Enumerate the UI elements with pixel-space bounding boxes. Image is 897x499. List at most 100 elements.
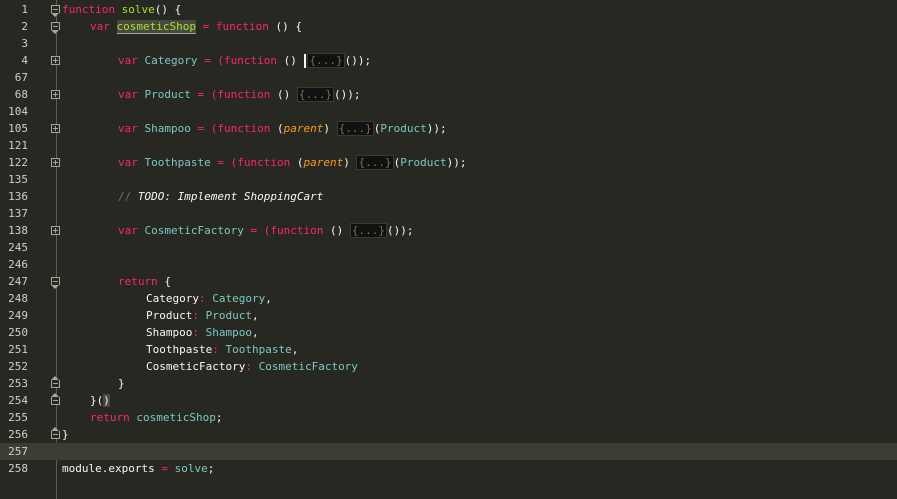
line-number: 252 [8,360,28,373]
parameter: parent [303,156,344,169]
code-line: 252 CosmeticFactory: CosmeticFactory [0,358,897,375]
keyword: return [118,275,158,288]
line-number: 67 [14,71,28,84]
keyword: var [118,224,138,237]
line-number: 68 [14,88,28,101]
code-line: 137 [0,205,897,222]
identifier: Product [380,122,427,135]
line-number: 136 [8,190,28,203]
punctuation: }( [90,394,104,407]
code-text: var Category = (function () {...} ()); [118,52,371,69]
collapsed-region[interactable]: {...} [356,155,394,170]
punctuation: ( [290,156,304,169]
collapsed-region[interactable]: {...} [349,223,387,238]
code-line: 258 module.exports = solve; [0,460,897,477]
code-line: 246 [0,256,897,273]
code-line: 105 var Shampoo = (function (parent) {..… [0,120,897,137]
code-text: var Shampoo = (function (parent) {...} (P… [118,120,447,137]
function-name: solve [121,3,155,16]
current-line-highlight[interactable]: 257 [0,443,897,460]
collapsed-region[interactable]: {...} [336,121,374,136]
code-line: 67 [0,69,897,86]
code-text: return cosmeticShop; [90,409,222,426]
code-line: 256 } [0,426,897,443]
comment-marker: // [118,190,138,203]
object-key: Toothpaste [146,343,213,356]
identifier: Shampoo [144,122,191,135]
collapsed-region[interactable]: {...} [296,87,334,102]
collapsed-region[interactable]: {...} [307,53,345,68]
punctuation: , [265,292,272,305]
colon: : [212,343,226,356]
line-number: 254 [8,394,28,407]
punctuation: () [323,224,350,237]
punctuation: () [276,54,304,67]
line-number: 249 [8,309,28,322]
punctuation: ()); [344,54,372,67]
punctuation: ( [270,122,284,135]
punctuation: ()); [333,88,361,101]
object-key: Shampoo [146,326,193,339]
line-number: 138 [8,224,28,237]
fold-end-icon [51,393,60,405]
identifier: cosmeticShop [129,411,216,424]
fold-expand-icon[interactable] [51,158,60,167]
fold-collapse-icon[interactable] [51,22,60,34]
property: exports [108,462,155,475]
punctuation: , [251,326,259,339]
identifier: Toothpaste [144,156,211,169]
colon: : [192,309,206,322]
line-number: 3 [21,37,28,50]
code-line: 245 [0,239,897,256]
punctuation: ()); [386,224,414,237]
punctuation: )); [426,122,447,135]
line-number: 2 [21,20,28,33]
punctuation: { [157,275,171,288]
identifier: module [62,462,102,475]
code-line: 251 Toothpaste: Toothpaste, [0,341,897,358]
code-line: 253 } [0,375,897,392]
fold-collapse-icon[interactable] [51,5,60,17]
operator: = ( [190,122,218,135]
code-text: function solve() { [62,1,181,18]
colon: : [198,292,213,305]
object-key: Category [146,292,199,305]
line-number: 250 [8,326,28,339]
code-text: module.exports = solve; [62,460,214,477]
code-line: 254 }() [0,392,897,409]
punctuation: ) [323,122,337,135]
keyword: var [118,122,138,135]
identifier: Product [400,156,447,169]
fold-expand-icon[interactable] [51,226,60,235]
fold-collapse-icon[interactable] [51,277,60,289]
code-text: }() [90,392,110,409]
identifier: CosmeticFactory [144,224,244,237]
punctuation: } [118,377,125,390]
code-line: 121 [0,137,897,154]
punctuation: () [270,88,297,101]
line-number: 258 [8,462,28,475]
line-number: 246 [8,258,28,271]
fold-expand-icon[interactable] [51,90,60,99]
fold-end-icon [51,427,60,439]
line-number: 255 [8,411,28,424]
keyword: function [223,54,277,67]
code-text: Product: Product, [146,307,259,324]
operator: = [195,20,216,33]
code-text: CosmeticFactory: CosmeticFactory [146,358,358,375]
identifier: Toothpaste [225,343,292,356]
identifier: Product [144,88,191,101]
matched-bracket: ) [103,394,110,407]
line-number: 122 [8,156,28,169]
code-text: // TODO: Implement ShoppingCart [118,188,323,205]
code-line: 135 [0,171,897,188]
punctuation: ; [207,462,215,475]
identifier: Category [144,54,198,67]
code-line: 2 var cosmeticShop = function () { [0,18,897,35]
fold-end-icon [51,376,60,388]
keyword: var [118,54,138,67]
fold-expand-icon[interactable] [51,56,60,65]
fold-expand-icon[interactable] [51,124,60,133]
line-number: 251 [8,343,28,356]
operator: = [154,462,175,475]
